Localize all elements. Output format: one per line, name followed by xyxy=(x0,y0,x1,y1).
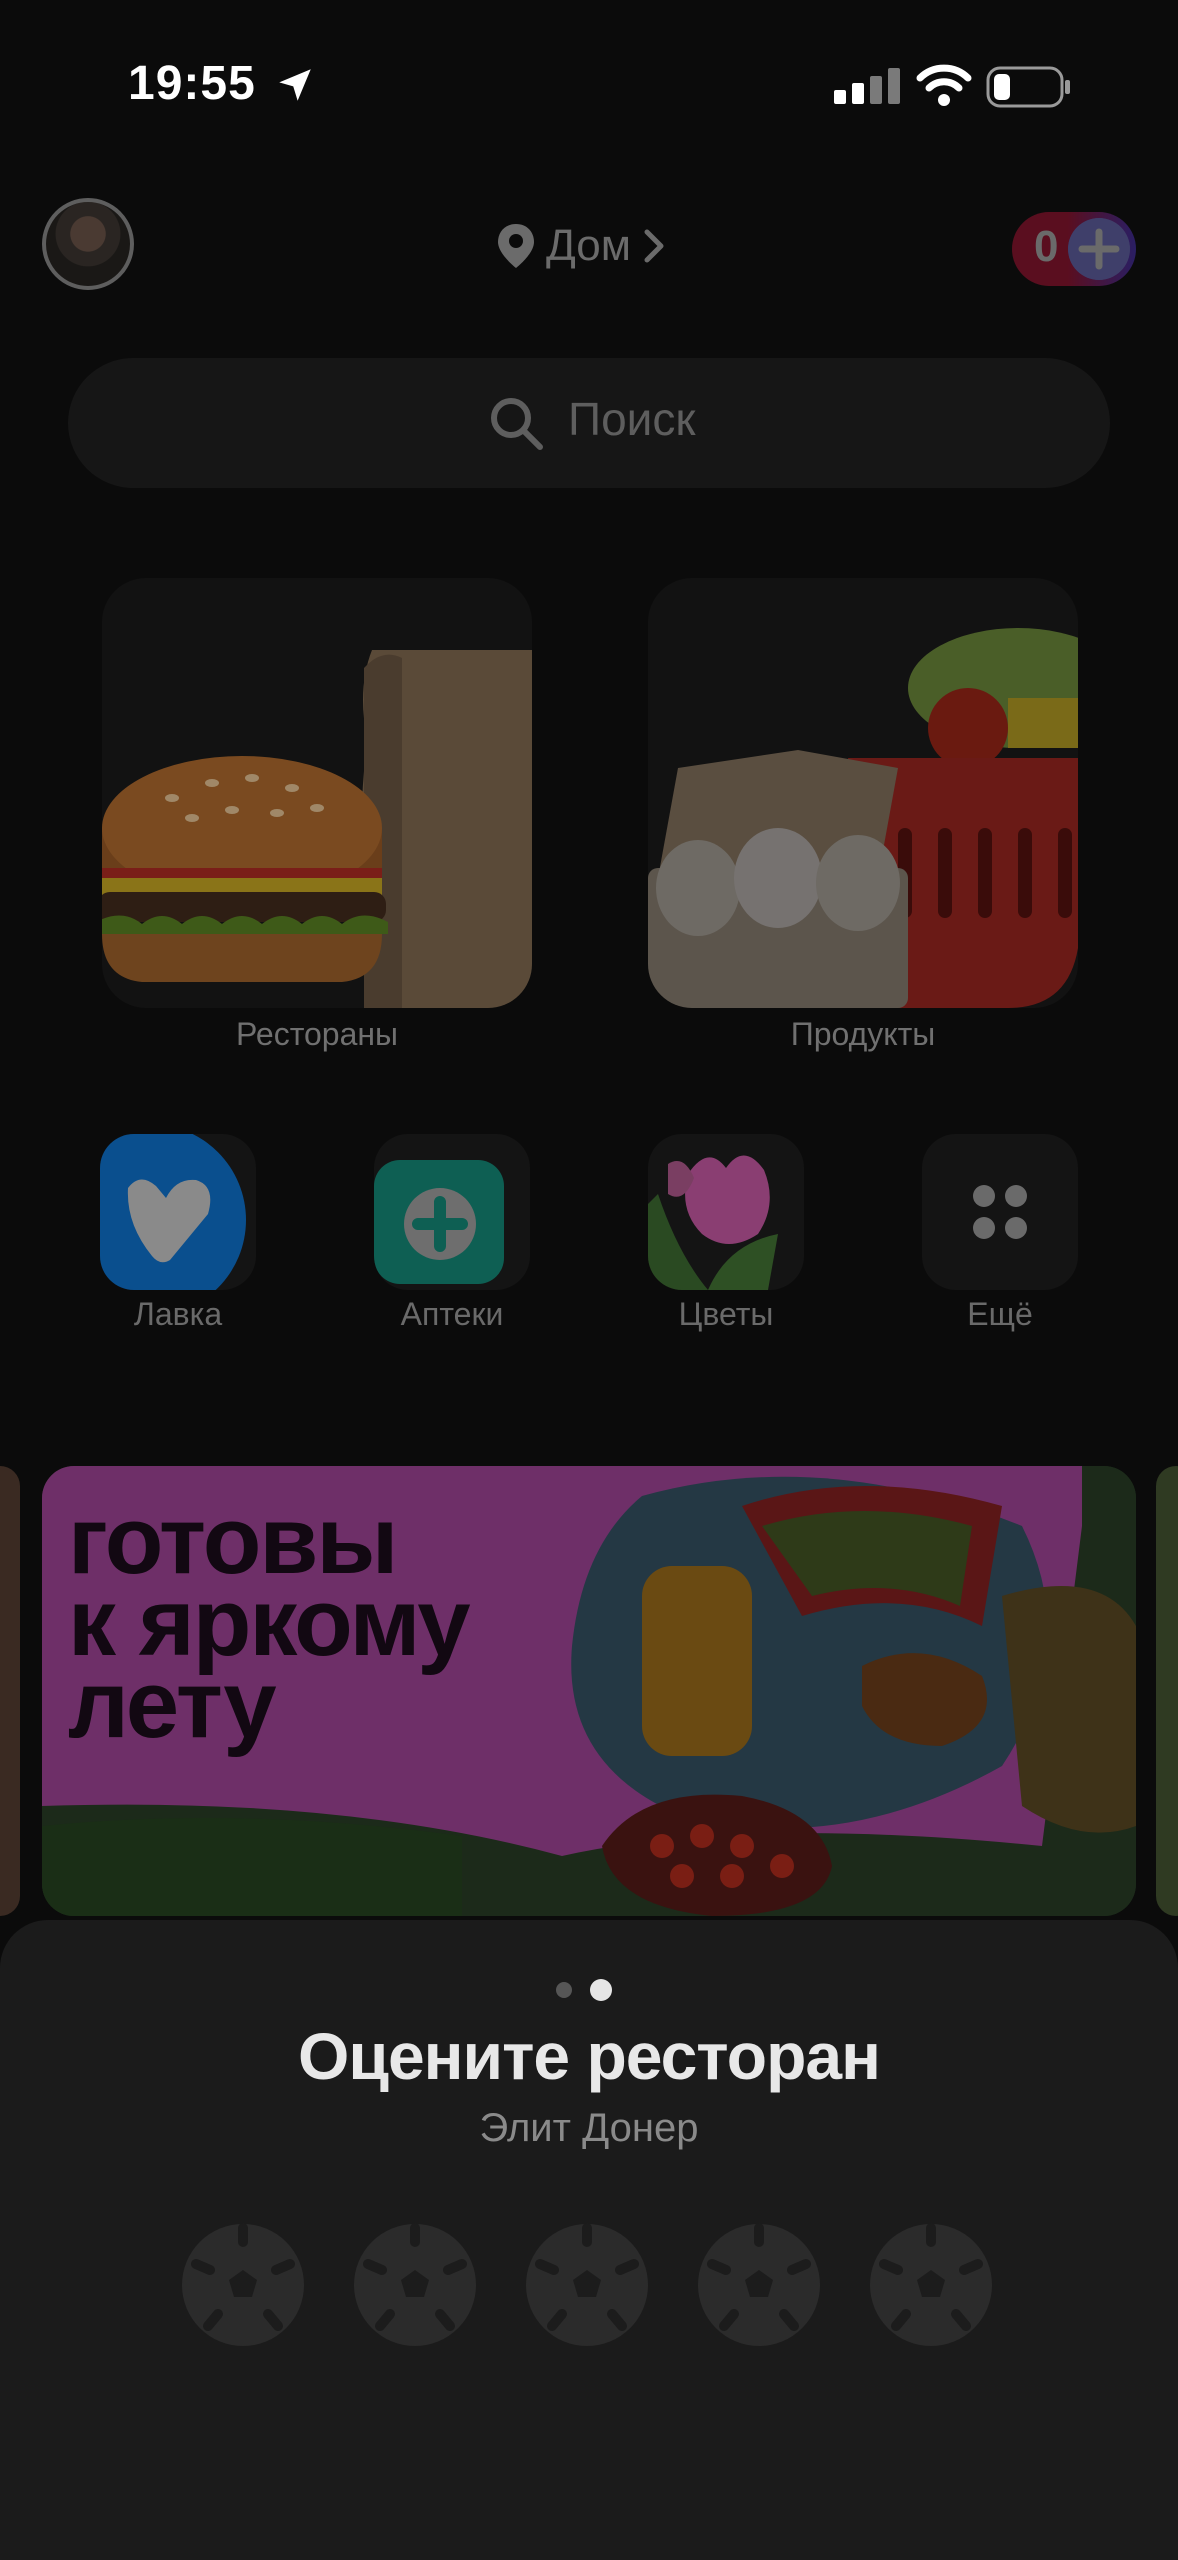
cellular-signal-icon xyxy=(834,68,900,104)
burger-icon xyxy=(102,650,532,1008)
promo-card-previous[interactable] xyxy=(0,1466,20,1916)
service-label: Ещё xyxy=(967,1296,1033,1332)
points-count: 0 xyxy=(1034,222,1059,271)
location-arrow-icon xyxy=(279,69,311,101)
chevron-right-icon xyxy=(644,229,664,263)
plus-icon xyxy=(1068,218,1130,280)
soccer-ball-icon[interactable] xyxy=(696,2222,822,2348)
location-pin-icon xyxy=(498,224,534,268)
soccer-ball-icon[interactable] xyxy=(352,2222,478,2348)
status-time: 19:55 xyxy=(128,57,256,110)
pager-dot[interactable] xyxy=(556,1982,572,1998)
rating-title: Оцените ресторан xyxy=(298,2019,881,2093)
grocery-basket-icon xyxy=(648,628,1078,1008)
promo-card-next[interactable] xyxy=(1156,1466,1178,1916)
service-label: Аптеки xyxy=(400,1296,504,1332)
sheet-pager xyxy=(556,1979,612,2001)
rating-input xyxy=(180,2222,994,2348)
service-label: Лавка xyxy=(133,1296,223,1332)
search-icon xyxy=(491,398,543,450)
plus-points-button[interactable]: 0 xyxy=(1012,212,1136,286)
category-tile-groceries[interactable] xyxy=(648,578,1078,1008)
category-label: Продукты xyxy=(790,1016,936,1052)
search-placeholder: Поиск xyxy=(568,393,696,445)
delivery-address-button[interactable]: Дом xyxy=(496,218,667,274)
more-grid-icon xyxy=(973,1185,1027,1239)
soccer-ball-icon[interactable] xyxy=(524,2222,650,2348)
battery-icon xyxy=(986,66,1070,108)
service-tile-lavka[interactable] xyxy=(100,1134,256,1290)
soccer-ball-icon[interactable] xyxy=(180,2222,306,2348)
restaurant-name: Элит Донер xyxy=(479,2106,699,2150)
wifi-icon xyxy=(916,64,972,106)
promo-title: готовы к яркому лету xyxy=(68,1487,471,1758)
promo-banner[interactable]: готовы к яркому лету xyxy=(42,1466,1136,1916)
soccer-ball-icon[interactable] xyxy=(868,2222,994,2348)
service-tile-more[interactable] xyxy=(922,1134,1078,1290)
service-tile-pharmacy[interactable] xyxy=(374,1134,530,1290)
pager-dot-active[interactable] xyxy=(590,1979,612,2001)
profile-avatar[interactable] xyxy=(42,198,134,290)
lavka-heart-icon xyxy=(100,1134,246,1290)
search-bar[interactable]: Поиск xyxy=(68,358,1110,488)
address-label: Дом xyxy=(546,221,632,270)
category-tile-restaurants[interactable] xyxy=(102,578,532,1008)
category-label: Рестораны xyxy=(235,1016,399,1052)
service-label: Цветы xyxy=(678,1296,774,1332)
service-tile-flowers[interactable] xyxy=(648,1134,804,1290)
tulip-icon xyxy=(648,1155,778,1290)
pharmacy-cross-icon xyxy=(374,1160,504,1284)
